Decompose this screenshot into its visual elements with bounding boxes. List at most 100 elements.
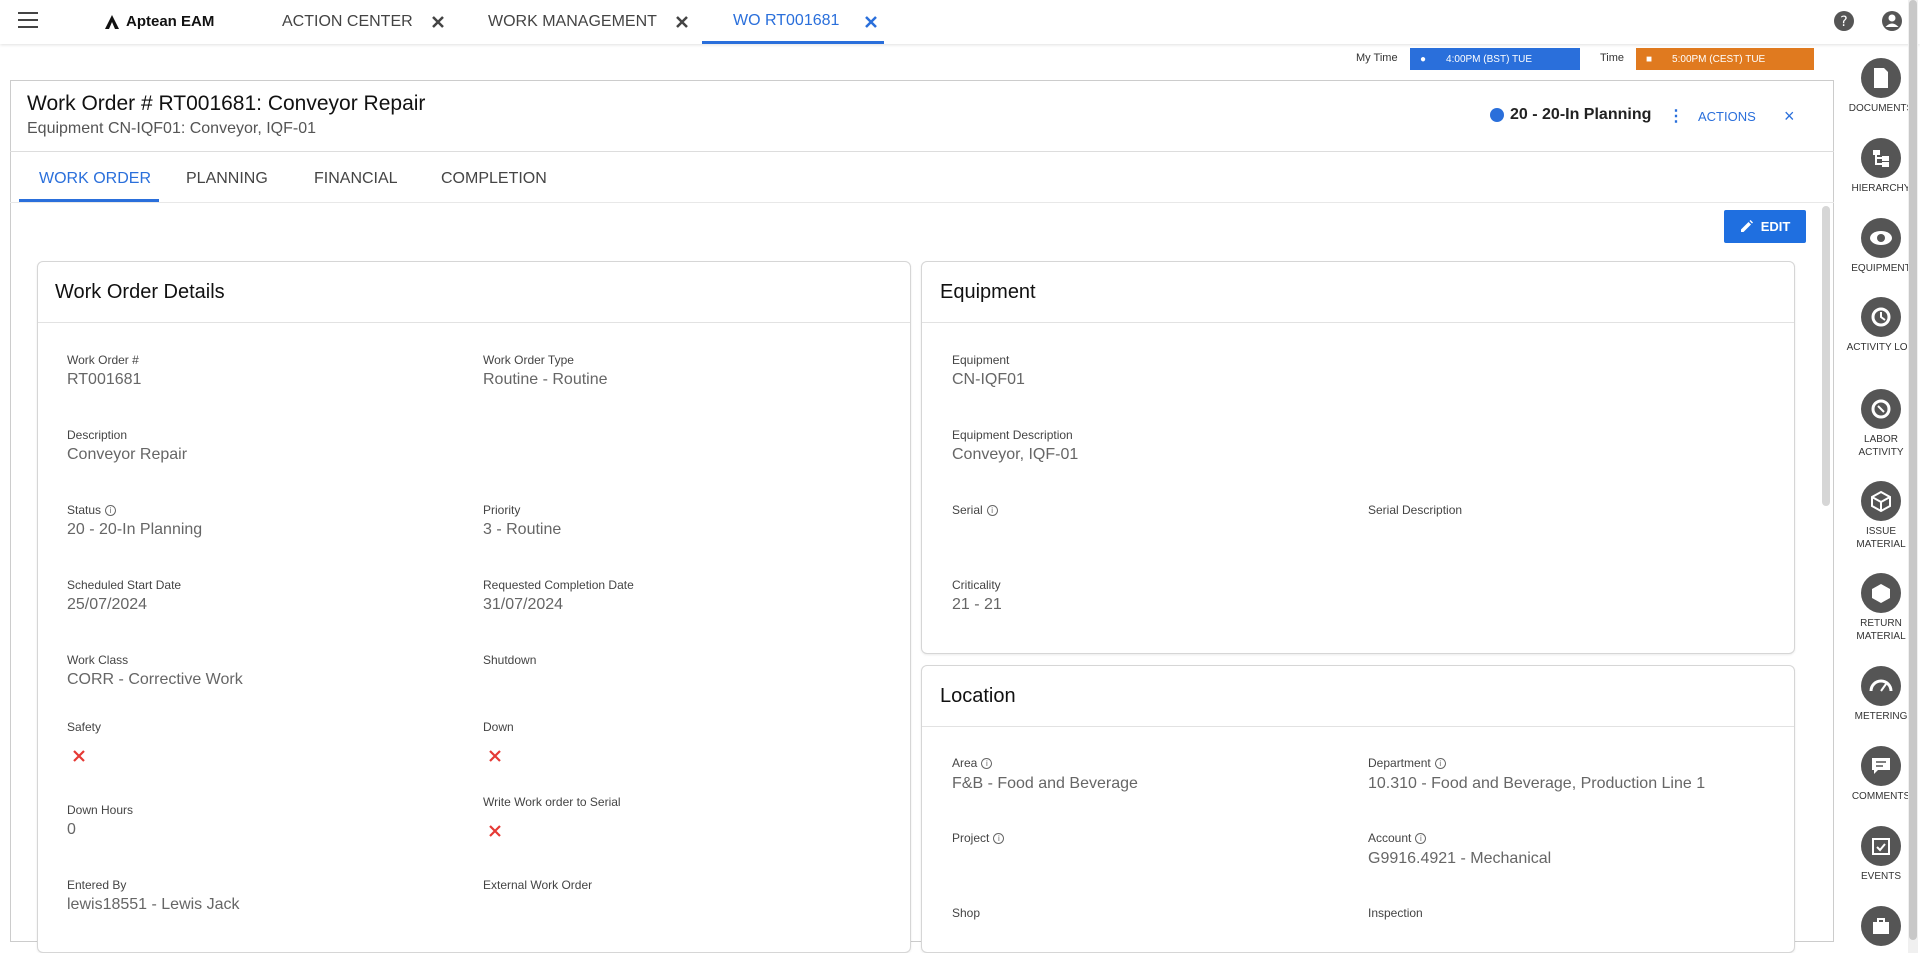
shop-label: Shop <box>952 906 981 920</box>
close-tab-icon[interactable] <box>674 14 690 30</box>
status-field-label: Status i <box>67 503 117 517</box>
location-title: Location <box>940 685 1016 707</box>
description-label: Description <box>67 428 128 442</box>
equipment-desc-value: Conveyor, IQF-01 <box>952 446 1079 463</box>
department-label-text: Department <box>1368 756 1431 770</box>
app-logo: Aptean EAM <box>104 13 214 30</box>
info-icon[interactable]: i <box>993 832 1005 844</box>
status-dot-icon <box>1490 108 1504 122</box>
safety-false-icon <box>73 750 85 762</box>
account-field-label: Account i <box>1368 831 1427 845</box>
requested-completion-value: 31/07/2024 <box>483 596 564 613</box>
info-icon[interactable]: i <box>1434 757 1446 769</box>
document-icon <box>1861 58 1901 98</box>
work-class-value: CORR - Corrective Work <box>67 671 243 688</box>
panel-divider <box>38 322 910 323</box>
actions-button[interactable]: ⋮ ACTIONS <box>1668 106 1756 126</box>
tabs-divider <box>10 202 1834 203</box>
events-icon <box>1861 826 1901 866</box>
scheduled-start-value: 25/07/2024 <box>67 596 148 613</box>
write-serial-label: Write Work order to Serial <box>483 795 621 809</box>
aptean-logo-icon <box>105 14 119 29</box>
page-scrollbar[interactable] <box>1908 0 1918 953</box>
tab-action-center[interactable]: ACTION CENTER <box>282 0 413 44</box>
department-field-label: Department i <box>1368 756 1446 770</box>
work-class-label: Work Class <box>67 653 129 667</box>
wo-number-label: Work Order # <box>67 353 139 367</box>
page-title: Work Order # RT001681: Conveyor Repair <box>27 92 426 115</box>
edit-label: EDIT <box>1760 219 1791 234</box>
return-material-icon <box>1861 573 1901 613</box>
area-value: F&B - Food and Beverage <box>952 775 1138 792</box>
my-time-pill: ● 4:00PM (BST) TUE <box>1410 48 1580 70</box>
location-panel <box>921 665 1795 953</box>
page-scrollbar-thumb[interactable] <box>1909 0 1917 940</box>
activity-log-icon <box>1861 297 1901 337</box>
down-label: Down <box>483 720 514 734</box>
user-account-icon[interactable] <box>1881 10 1903 32</box>
hierarchy-icon <box>1861 138 1901 178</box>
serial-label-text: Serial <box>952 503 983 517</box>
wo-type-value: Routine - Routine <box>483 371 608 388</box>
tab-financial[interactable]: FINANCIAL <box>314 170 398 188</box>
equipment-title: Equipment <box>940 281 1036 303</box>
header-divider <box>10 151 1834 152</box>
account-value: G9916.4921 - Mechanical <box>1368 850 1552 867</box>
eye-icon <box>1861 218 1901 258</box>
tab-work-order[interactable]: WORK ORDER <box>39 170 151 188</box>
status-label-text: Status <box>67 503 102 517</box>
info-icon[interactable]: i <box>981 757 993 769</box>
tab-completion[interactable]: COMPLETION <box>441 170 547 188</box>
criticality-value: 21 - 21 <box>952 596 1002 613</box>
write-serial-false-icon <box>489 825 501 837</box>
time-value: 5:00PM (CEST) TUE <box>1672 53 1766 65</box>
close-tab-icon[interactable] <box>863 14 879 30</box>
scheduled-start-label: Scheduled Start Date <box>67 578 182 592</box>
info-icon[interactable]: i <box>105 504 117 516</box>
tab-work-management[interactable]: WORK MANAGEMENT <box>488 0 657 44</box>
entered-by-value: lewis18551 - Lewis Jack <box>67 896 240 913</box>
equipment-value: CN-IQF01 <box>952 371 1025 388</box>
pencil-icon <box>1740 220 1753 232</box>
more-vert-icon: ⋮ <box>1668 108 1684 125</box>
priority-value: 3 - Routine <box>483 521 562 538</box>
panel-divider <box>922 726 1794 727</box>
status-text: 20 - 20-In Planning <box>1510 106 1652 123</box>
my-time-label: My Time <box>1356 52 1398 64</box>
down-hours-value: 0 <box>67 821 76 838</box>
description-value: Conveyor Repair <box>67 446 188 463</box>
wo-type-label: Work Order Type <box>483 353 574 367</box>
down-hours-label: Down Hours <box>67 803 134 817</box>
edit-button[interactable]: EDIT <box>1724 210 1806 243</box>
serial-desc-label: Serial Description <box>1368 503 1463 517</box>
equipment-label: Equipment <box>952 353 1010 367</box>
info-icon[interactable]: i <box>1415 832 1427 844</box>
safety-label: Safety <box>67 720 102 734</box>
tab-planning[interactable]: PLANNING <box>186 170 268 188</box>
priority-label: Priority <box>483 503 521 517</box>
close-work-order-button[interactable]: × <box>1784 106 1795 127</box>
help-icon[interactable]: ? <box>1833 10 1855 32</box>
svg-text:?: ? <box>1840 14 1847 30</box>
comments-icon <box>1861 746 1901 786</box>
time-label: Time <box>1600 52 1625 64</box>
content-scrollbar[interactable] <box>1822 206 1830 506</box>
inspection-label: Inspection <box>1368 906 1423 920</box>
close-tab-icon[interactable] <box>430 14 446 30</box>
requested-completion-label: Requested Completion Date <box>483 578 634 592</box>
logo-text: Aptean EAM <box>126 13 215 30</box>
menu-icon[interactable] <box>18 12 38 28</box>
department-value: 10.310 - Food and Beverage, Production L… <box>1368 775 1706 792</box>
entered-by-label: Entered By <box>67 878 127 892</box>
project-label-text: Project <box>952 831 990 845</box>
briefcase-icon <box>1861 906 1901 946</box>
account-label-text: Account <box>1368 831 1412 845</box>
info-icon[interactable]: i <box>986 504 998 516</box>
external-wo-label: External Work Order <box>483 878 593 892</box>
down-false-icon <box>489 750 501 762</box>
actions-label: ACTIONS <box>1698 108 1756 124</box>
tab-wo-rt001681[interactable]: WO RT001681 <box>702 0 884 44</box>
status-value: 20 - 20-In Planning <box>67 521 203 538</box>
wo-details-title: Work Order Details <box>55 281 225 303</box>
status-indicator: 20 - 20-In Planning <box>1490 106 1651 124</box>
